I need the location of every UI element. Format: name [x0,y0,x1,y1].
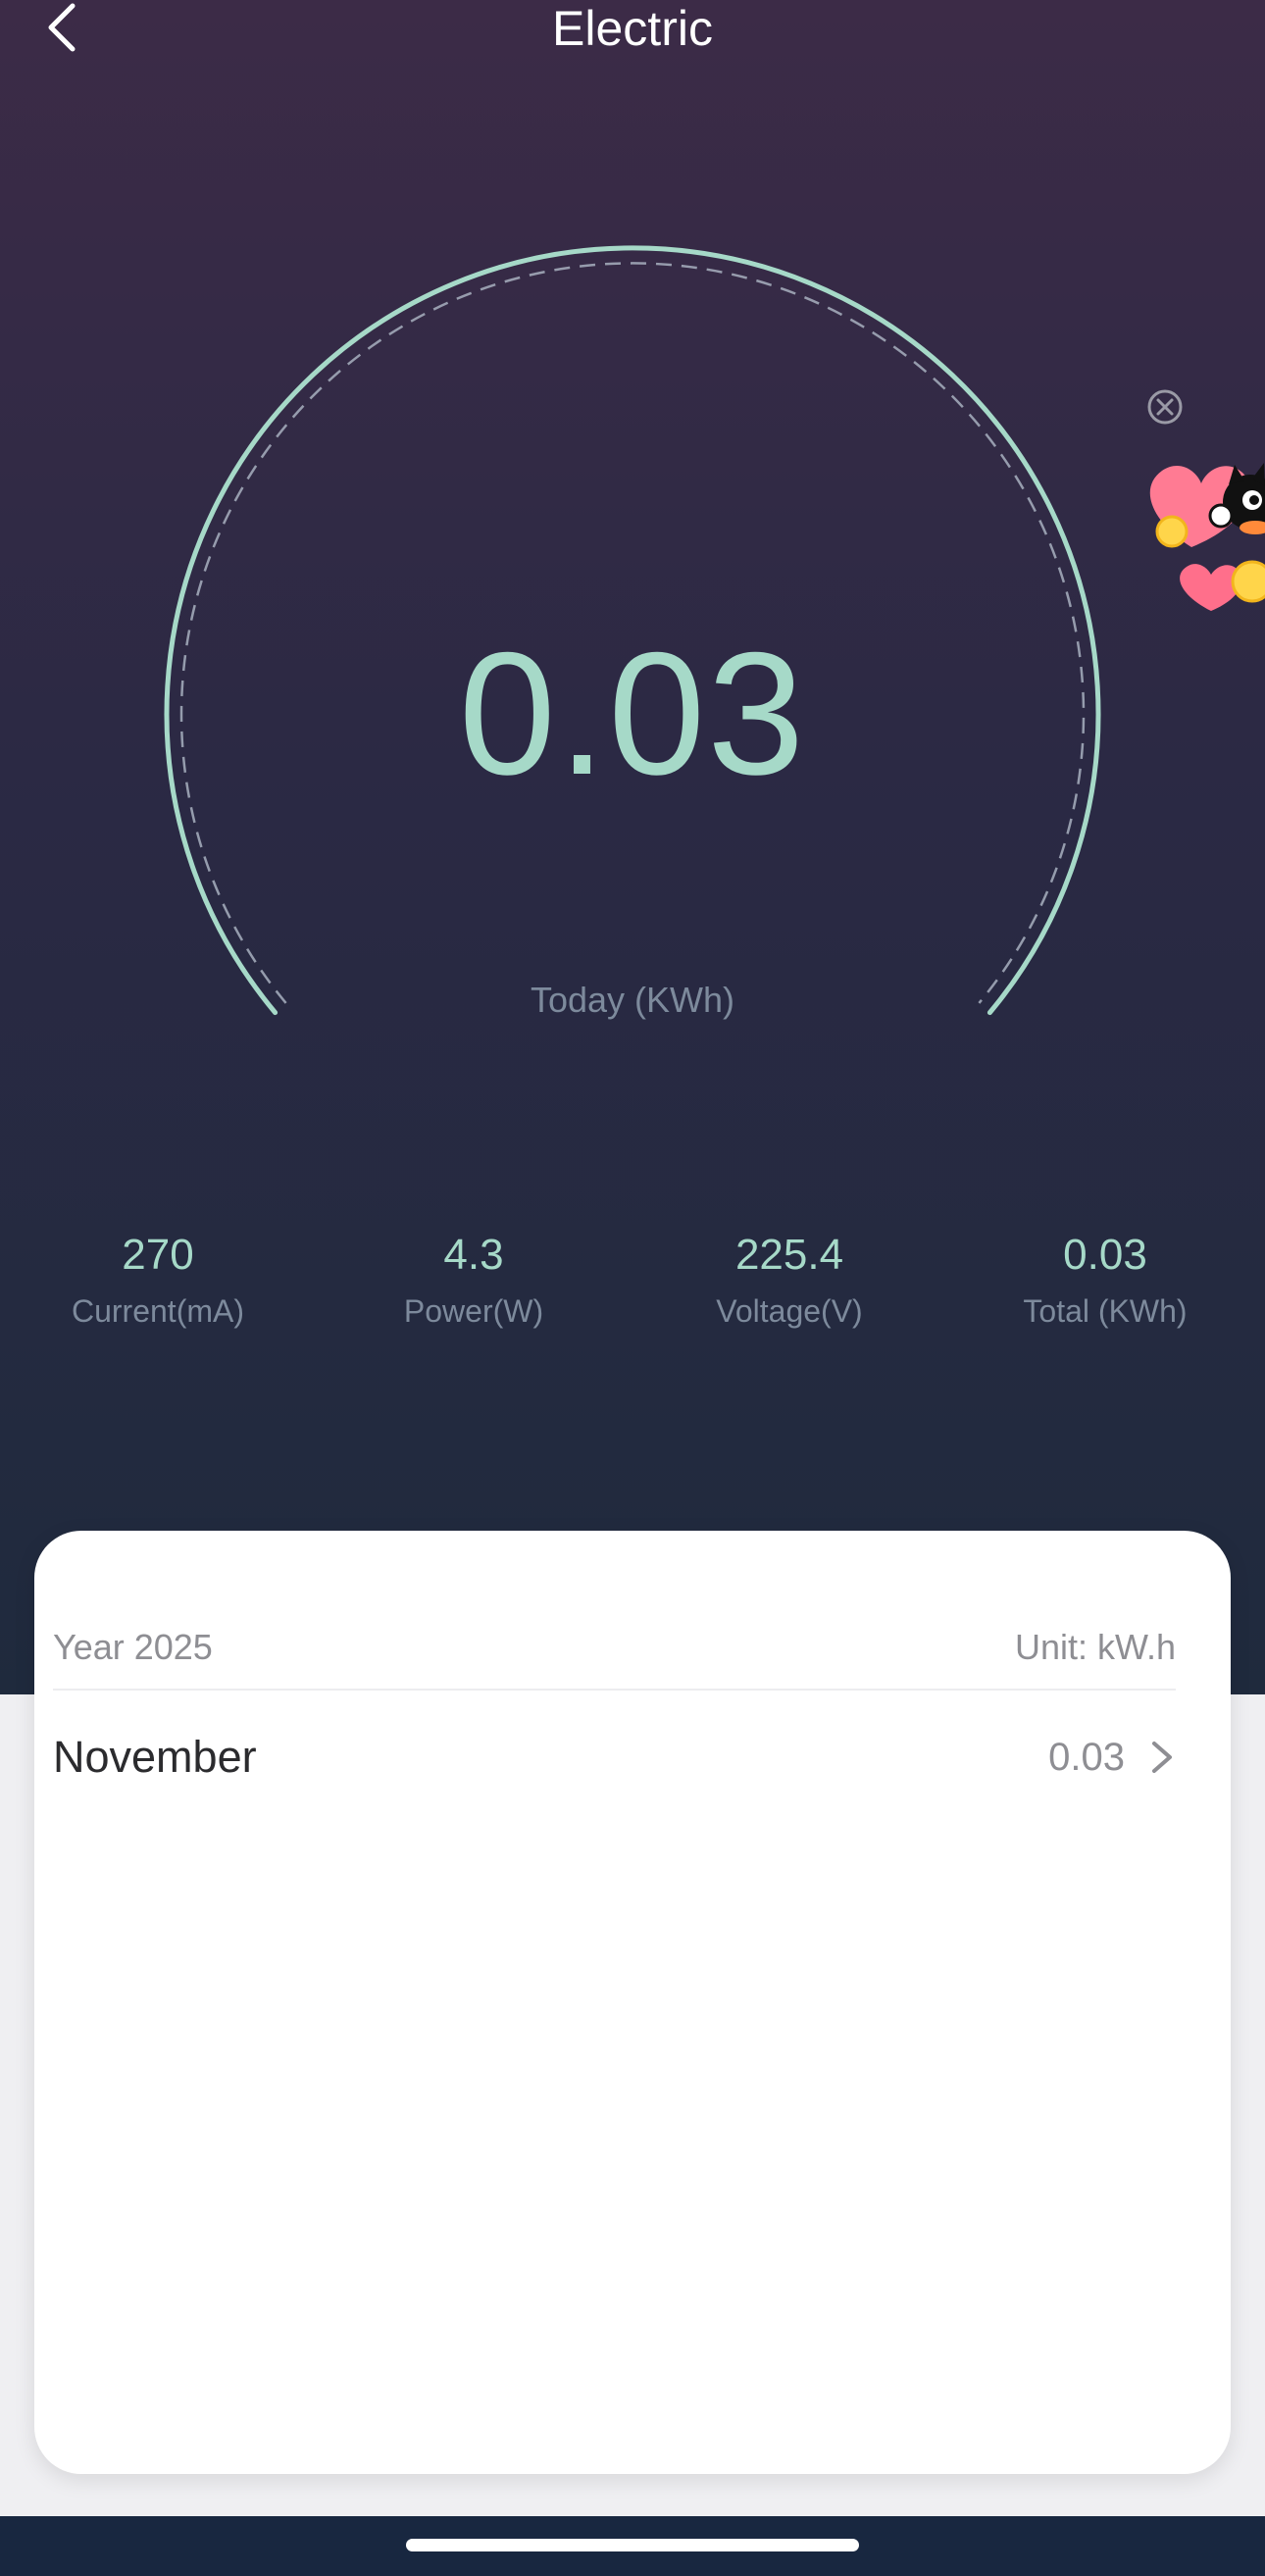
stat-current: 270 Current(mA) [0,1228,316,1332]
stat-power-label: Power(W) [403,1293,544,1329]
stat-voltage-value: 225.4 [734,1231,844,1279]
stat-power-value: 4.3 [443,1231,504,1279]
close-circle-icon [1147,389,1183,425]
unit-label: Unit: kW.h [1014,1627,1176,1667]
stat-current-label: Current(mA) [71,1293,244,1329]
month-row-november[interactable]: November 0.03 [53,1698,1176,1816]
stat-total-label: Total (KWh) [1023,1293,1188,1329]
stat-power: 4.3 Power(W) [316,1228,632,1332]
home-indicator[interactable] [406,2539,859,2551]
promo-close-button[interactable] [1145,387,1185,427]
stat-total: 0.03 Total (KWh) [947,1228,1263,1332]
stat-voltage-label: Voltage(V) [716,1293,863,1329]
page-title: Electric [552,1,713,56]
stat-total-value: 0.03 [1063,1231,1147,1279]
history-card-header: Year 2025 Unit: kW.h [53,1624,1176,1691]
cat-hearts-coins-icon [1149,463,1265,611]
month-name: November [53,1732,257,1782]
month-energy-value: 0.03 [1048,1736,1125,1779]
chevron-right-icon [1152,1742,1172,1773]
year-label: Year 2025 [53,1627,213,1667]
stat-voltage: 225.4 Voltage(V) [632,1228,947,1332]
today-energy-value: 0.03 [458,616,807,811]
promo-badge[interactable] [1142,429,1265,616]
today-energy-caption: Today (KWh) [530,980,735,1020]
stat-current-value: 270 [122,1231,194,1279]
